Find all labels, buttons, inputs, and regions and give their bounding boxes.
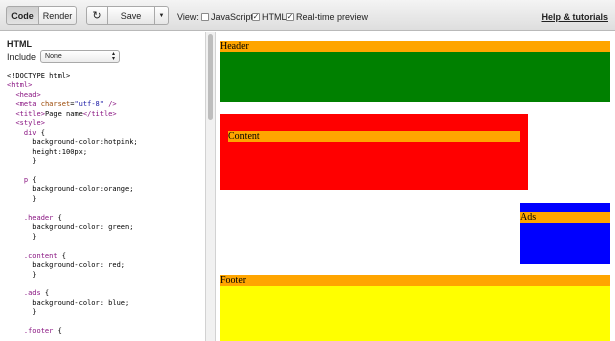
realtime-preview-checkbox[interactable]: ✓ Real-time preview [286,12,368,22]
code-button[interactable]: Code [6,6,39,25]
include-selected-value: None [45,53,62,60]
footer-block: Footer [220,275,610,341]
header-text: Header [220,41,610,52]
toolbar: Code Render ↻ Save ▼ View: JavaScript ✓ … [0,0,615,31]
footer-text: Footer [220,275,610,286]
checkmark-icon[interactable]: ✓ [286,13,294,21]
preview-pane: Header Content Ads Footer [217,32,615,341]
javascript-label: JavaScript [211,12,254,22]
code-textarea[interactable]: <!DOCTYPE html> <html> <head> <meta char… [7,72,138,337]
help-tutorials-link[interactable]: Help & tutorials [541,12,608,22]
header-block: Header [220,41,610,102]
save-button[interactable]: Save [108,6,155,25]
include-label: Include [7,51,37,62]
javascript-checkbox[interactable]: JavaScript [201,12,253,22]
save-options-chevron-down-icon[interactable]: ▼ [155,6,169,25]
checkmark-icon[interactable]: ✓ [252,13,260,21]
html-label: HTML [262,12,287,22]
ads-block: Ads [520,203,610,264]
include-row: Include None ▴ ▾ [7,50,121,63]
content-text: Content [228,131,520,142]
ads-text: Ads [520,212,610,223]
content-block: Content [220,114,528,190]
realtime-preview-label: Real-time preview [296,12,369,22]
html-checkbox[interactable]: ✓ HTML [252,12,287,22]
html-editor-pane: HTML Include None ▴ ▾ <!DOCTYPE html> <ht… [0,32,205,341]
refresh-icon[interactable]: ↻ [86,6,108,25]
pane-splitter[interactable] [205,32,216,341]
pane-title: HTML [7,39,32,49]
checkbox-icon[interactable] [201,13,209,21]
scrollbar-thumb[interactable] [208,34,213,120]
view-label: View: [177,12,199,22]
render-button[interactable]: Render [39,6,77,25]
select-arrows-icon: ▴ ▾ [112,50,116,62]
include-select[interactable]: None ▴ ▾ [40,50,121,63]
